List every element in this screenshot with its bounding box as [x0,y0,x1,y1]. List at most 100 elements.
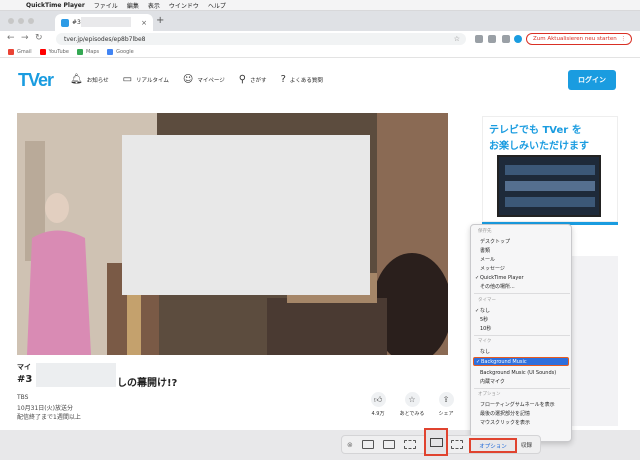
menu-item-label: 内蔵マイク [480,379,505,385]
nav-mypage[interactable]: ☺ マイページ [183,74,225,85]
ad-banner[interactable]: テレビでも TVer を お楽しみいただけます [482,116,618,222]
menu-item-floating-thumbnail[interactable]: フローティングサムネールを表示 [475,400,555,409]
capture-selection-icon[interactable] [403,440,416,449]
episode-actions: 👍︎ 4.9万 ☆ あとでみる ⇪ シェア [362,392,464,417]
menu-item-remember-selection[interactable]: 最後の選択部分を記憶 [475,409,530,418]
menu-item-timer-5s[interactable]: 5秒 [475,315,488,324]
nav-label: マイページ [197,77,225,84]
episode-title: しの幕開け!? [117,378,178,389]
ad-line2: お楽しみいただけます [489,141,589,152]
menu-item-quicktime[interactable]: ✓ QuickTime Player [475,273,524,282]
menu-item-mail[interactable]: メール [475,255,495,264]
new-tab-button[interactable]: + [156,15,164,26]
episode-title-redacted [36,363,116,387]
menu-item-other-location[interactable]: その他の場所... [475,282,515,291]
star-icon: ☆ [404,392,420,407]
menu-item-documents[interactable]: 書類 [475,246,490,255]
youtube-icon [39,49,46,55]
more-icon[interactable]: ⋮ [621,36,627,42]
tv-row [505,197,595,207]
menu-help[interactable]: ヘルプ [208,1,226,10]
capture-window-icon[interactable] [382,440,395,449]
login-button[interactable]: ログイン [568,70,616,90]
menu-section-timer: タイマー [478,298,496,303]
menu-item-label: 10秒 [480,326,492,332]
broadcaster[interactable]: TBS [17,394,28,401]
menu-item-timer-10s[interactable]: 10秒 [475,324,491,333]
zoom-window-icon[interactable] [28,18,34,24]
menu-section-save-to: 保存先 [478,229,492,234]
menubar-app-name[interactable]: QuickTime Player [26,2,85,9]
nav-faq[interactable]: ? よくある質問 [281,74,323,85]
air-date: 10月31日(火)放送分 [17,405,73,412]
share-button[interactable]: ⇪ シェア [430,392,462,417]
bookmark-youtube[interactable]: YouTube [39,49,69,55]
menu-item-label: Background Music (UI Sounds) [480,369,557,376]
menu-item-messages[interactable]: メッセージ [475,264,505,273]
menu-item-background-music[interactable]: ✓ Background Music [473,357,569,366]
menu-item-timer-none[interactable]: ✓ なし [475,306,490,315]
menu-section-options: オプション [478,392,501,397]
menu-item-label: メール [480,257,496,263]
forward-icon[interactable]: → [21,33,29,43]
profile-avatar[interactable] [514,35,522,43]
record-entire-screen-button[interactable] [424,428,448,456]
close-tab-icon[interactable]: × [141,19,147,27]
relaunch-button[interactable]: Zum Aktualisieren neu starten ⋮ [526,33,632,45]
tab-strip: #3 × + [0,11,640,31]
address-bar[interactable]: tver.jp/episodes/ep8b7lbe8 ☆ [56,33,466,45]
menu-divider [474,293,570,294]
reload-icon[interactable]: ↻ [35,33,43,43]
record-selection-icon[interactable] [451,440,463,449]
menu-view[interactable]: 表示 [148,1,160,10]
options-button[interactable]: オプション [469,438,517,453]
sidepanel-icon[interactable] [488,35,496,43]
back-icon[interactable]: ← [7,33,15,43]
watch-later-button[interactable]: ☆ あとでみる [396,392,428,417]
downloads-icon[interactable] [502,35,510,43]
menu-item-label: なし [480,308,491,314]
menu-item-desktop[interactable]: デスクトップ [475,237,510,246]
menu-divider [474,335,570,336]
bookmark-maps[interactable]: Maps [76,49,99,55]
record-button[interactable]: 収録 [521,441,532,449]
menu-item-background-music-ui[interactable]: Background Music (UI Sounds) [475,368,556,377]
nav-label: さがす [250,77,267,84]
minimize-window-icon[interactable] [18,18,24,24]
site-nav: 🔔︎ お知らせ ▭ リアルタイム ☺ マイページ ⚲ さがす ? よくある質問 [70,74,337,85]
menu-item-label: 書類 [480,248,491,254]
search-icon: ⚲ [238,74,247,85]
menu-edit[interactable]: 編集 [127,1,139,10]
bookmark-star-icon[interactable]: ☆ [454,35,460,43]
menu-item-show-mouse-clicks[interactable]: マウスクリックを表示 [475,418,530,427]
menu-item-label: その他の場所... [480,284,515,290]
google-icon [107,49,114,55]
capture-entire-screen-icon[interactable] [361,440,374,449]
menu-item-label: 5秒 [480,317,489,323]
tab-title: #3 [72,19,81,26]
bookmark-gmail[interactable]: Gmail [8,49,32,55]
tver-logo[interactable]: TVer [18,70,54,91]
tver-favicon-icon [61,18,69,27]
help-icon: ? [280,74,286,85]
close-toolbar-icon[interactable]: ⊗ [347,441,353,449]
video-player[interactable] [17,113,448,355]
tv-illustration [497,155,601,217]
like-button[interactable]: 👍︎ 4.9万 [362,392,394,417]
menu-item-mic-none[interactable]: なし [475,347,490,356]
menu-file[interactable]: ファイル [94,1,118,10]
menu-window[interactable]: ウインドウ [169,1,199,10]
expiry-note: 配信終了まで1週間以上 [17,414,81,421]
browser-tab[interactable]: #3 × [55,14,153,31]
menu-item-label: メッセージ [480,266,505,272]
nav-search[interactable]: ⚲ さがす [239,74,267,85]
tv-icon: ▭ [122,74,133,85]
menu-item-builtin-mic[interactable]: 内蔵マイク [475,377,505,386]
extension-icon[interactable] [475,35,483,43]
close-window-icon[interactable] [8,18,14,24]
menubar: QuickTime Player ファイル 編集 表示 ウインドウ ヘルプ [0,0,640,11]
bookmark-google[interactable]: Google [107,49,134,55]
nav-realtime[interactable]: ▭ リアルタイム [123,74,169,85]
bookmark-label: YouTube [48,49,69,55]
nav-notifications[interactable]: 🔔︎ お知らせ [70,74,109,85]
